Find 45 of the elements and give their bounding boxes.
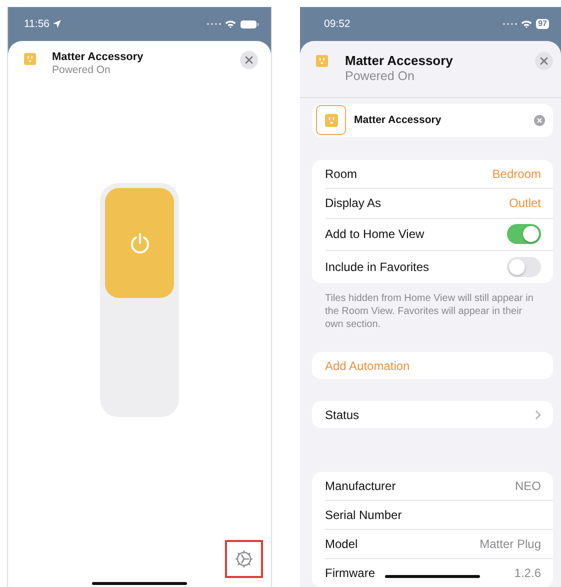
settings-icon[interactable] bbox=[234, 549, 254, 569]
info-label: Model bbox=[325, 537, 358, 552]
accessory-status: Powered On bbox=[52, 64, 112, 76]
name-field[interactable]: Matter Accessory bbox=[312, 104, 553, 137]
settings-note: Tiles hidden from Home View will still appear in the Room View. Favorites will appear in their own section. bbox=[325, 292, 534, 331]
status-time: 09:52 bbox=[324, 18, 350, 30]
info-label: Manufacturer bbox=[325, 479, 396, 494]
accessory-status: Powered On bbox=[345, 69, 416, 83]
info-label: Serial Number bbox=[325, 508, 402, 522]
setting-value[interactable]: Bedroom bbox=[492, 166, 541, 181]
battery-icon bbox=[240, 20, 259, 28]
status-time: 11:56 bbox=[24, 18, 50, 30]
wifi-icon bbox=[225, 20, 236, 28]
status-label: Status bbox=[325, 408, 360, 422]
outlet-icon bbox=[24, 53, 36, 65]
setting-value[interactable]: Outlet bbox=[508, 196, 541, 210]
toggle-switch[interactable] bbox=[507, 256, 541, 277]
accessory-title: Matter Accessory bbox=[345, 53, 454, 68]
info-value: 1.2.6 bbox=[514, 566, 541, 580]
wifi-icon bbox=[521, 20, 532, 28]
info-value: NEO bbox=[514, 479, 541, 494]
power-icon bbox=[128, 232, 150, 254]
info-value: Matter Plug bbox=[480, 537, 541, 552]
clear-icon bbox=[537, 118, 542, 123]
accessory-title: Matter Accessory bbox=[52, 51, 144, 63]
clear-button[interactable] bbox=[534, 114, 545, 126]
setting-label: Display As bbox=[325, 196, 382, 210]
setting-label: Add to Home View bbox=[325, 227, 424, 242]
battery-level: 97 bbox=[536, 19, 549, 29]
info-label: Firmware bbox=[325, 566, 375, 580]
chevron-icon bbox=[535, 410, 541, 420]
close-button[interactable] bbox=[535, 52, 553, 70]
outlet-icon bbox=[324, 114, 338, 127]
power-tile[interactable] bbox=[100, 183, 179, 417]
outlet-icon bbox=[316, 55, 328, 67]
add-automation-button[interactable]: Add Automation bbox=[312, 352, 553, 380]
toggle-switch[interactable] bbox=[507, 224, 541, 244]
setting-label: Room bbox=[325, 166, 358, 181]
close-icon bbox=[540, 57, 548, 65]
close-icon bbox=[245, 56, 253, 64]
location-arrow-icon bbox=[52, 20, 60, 28]
close-button[interactable] bbox=[240, 51, 258, 69]
status-row[interactable]: Status bbox=[312, 401, 553, 428]
power-toggle[interactable] bbox=[105, 188, 174, 298]
setting-label: Include in Favorites bbox=[325, 260, 430, 274]
